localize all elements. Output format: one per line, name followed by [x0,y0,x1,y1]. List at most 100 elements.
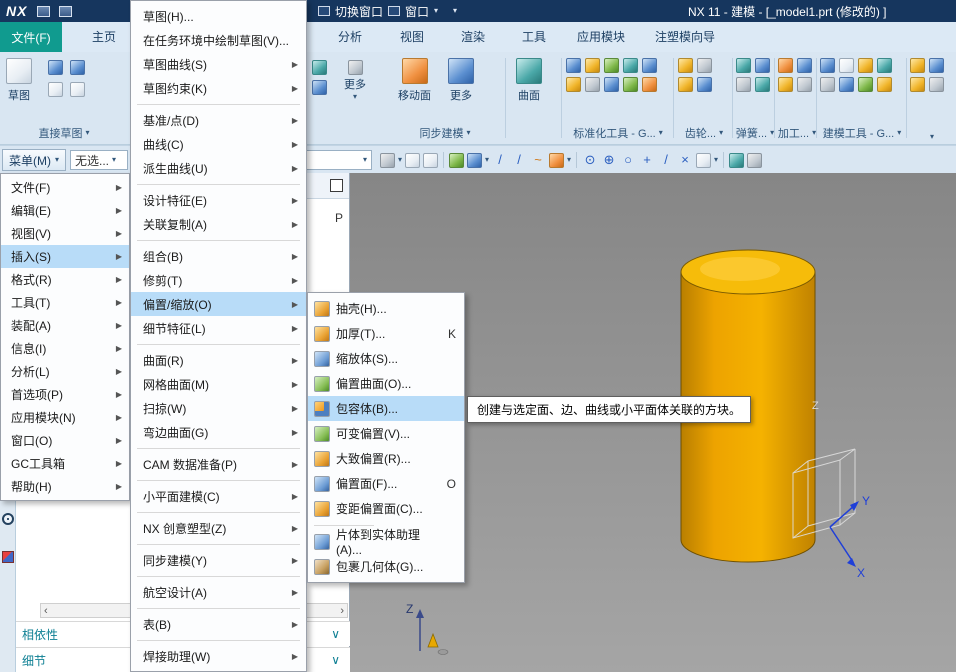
surface-button[interactable]: 曲面 [516,58,542,103]
menu-item[interactable] [131,444,306,452]
view-options-icon[interactable] [747,152,763,168]
menu-item[interactable]: 变距偏置面(C)... [308,496,464,521]
menu-item[interactable]: 偏置面(F)... O [308,471,464,496]
ribbon-tab[interactable]: 主页 [92,22,116,52]
circle-icon[interactable] [70,82,85,97]
materials-icon[interactable] [2,551,14,563]
scroll-right-icon[interactable]: › [340,605,344,617]
menu-item[interactable]: 大致偏置(R)... [308,446,464,471]
menu-item[interactable]: 帮助(H) ▶ [1,475,129,498]
menu-item[interactable]: 修剪(T) ▶ [131,268,306,292]
tool-icon[interactable] [820,58,835,73]
snap-endpoint-icon[interactable]: × [677,152,693,168]
menu-item[interactable]: 缩放体(S)... [308,346,464,371]
snap-midpoint-icon[interactable]: / [658,152,674,168]
gear-icon[interactable] [678,58,693,73]
tool-icon[interactable] [566,77,581,92]
menu-item[interactable] [131,476,306,484]
machining-icon[interactable] [797,77,812,92]
menu-item[interactable]: 小平面建模(C) ▶ [131,484,306,508]
history-icon[interactable] [2,513,14,525]
tool-icon[interactable] [566,58,581,73]
ribbon-tab[interactable]: 注塑模向导 [655,22,715,52]
tool-icon[interactable] [585,77,600,92]
work-view-icon[interactable] [467,152,483,168]
single-curve-icon[interactable]: / [511,152,527,168]
tool-icon[interactable] [910,58,925,73]
machining-icon[interactable] [778,77,793,92]
menu-item[interactable]: 派生曲线(U) ▶ [131,156,306,180]
chevron-down-icon[interactable]: ▾ [434,7,438,15]
tab-file[interactable]: 文件(F) [0,22,62,52]
menu-item[interactable]: 偏置曲面(O)... [308,371,464,396]
menu-item[interactable] [131,636,306,644]
menu-item[interactable]: 可变偏置(V)... [308,421,464,446]
menu-item[interactable]: 格式(R) ▶ [1,268,129,291]
tool-icon[interactable] [858,58,873,73]
switch-window-button[interactable]: 切换窗口 [335,3,383,20]
menu-item[interactable]: GC工具箱 ▶ [1,452,129,475]
lasso-select-icon[interactable] [423,152,439,168]
spring-icon[interactable] [736,77,751,92]
group-label-direct-sketch[interactable]: 直接草图 ▾ [4,125,124,141]
menu-item[interactable] [131,572,306,580]
tool-icon[interactable] [820,77,835,92]
group-label-standard-tools[interactable]: 标准化工具 - G... ▾ [566,125,670,141]
chevron-down-icon[interactable]: ▾ [567,156,571,164]
selection-filter-dropdown[interactable]: 无选... ▾ [70,150,128,170]
menu-item[interactable]: CAM 数据准备(P) ▶ [131,452,306,476]
menu-item[interactable]: 航空设计(A) ▶ [131,580,306,604]
tool-icon[interactable] [929,77,944,92]
profile-icon[interactable] [48,60,63,75]
group-label-synchronous-modeling[interactable]: 同步建模 ▾ [390,125,500,141]
ribbon-tab[interactable]: 工具 [522,22,546,52]
menu-item[interactable] [131,100,306,108]
group-label-machining[interactable]: 加工... ▾ [778,125,816,141]
shaded-view-icon[interactable] [449,152,465,168]
menu-item[interactable] [131,340,306,348]
menu-item[interactable] [131,604,306,612]
quick-access-customize-icon[interactable]: ▾ [453,7,457,15]
gear-icon[interactable] [697,77,712,92]
snap-point-icon[interactable]: + [639,152,655,168]
spline-icon[interactable] [48,82,63,97]
tool-icon[interactable] [877,77,892,92]
menu-item[interactable]: 组合(B) ▶ [131,244,306,268]
tool-icon[interactable] [839,58,854,73]
window-menu-button[interactable]: 窗口 [405,3,429,20]
menu-item[interactable]: 表(B) ▶ [131,612,306,636]
menu-item[interactable]: 草图(H)... [131,4,306,28]
machining-icon[interactable] [778,58,793,73]
ribbon-tab[interactable]: 分析 [338,22,362,52]
tool-icon[interactable] [604,77,619,92]
menu-item[interactable]: 包裹几何体(G)... [308,554,464,579]
navigator-column-icon[interactable] [330,179,343,192]
chevron-down-icon[interactable]: ∨ [331,627,340,641]
menu-item[interactable] [131,236,306,244]
machining-icon[interactable] [797,58,812,73]
snap-intersection-icon[interactable]: ⊕ [601,152,617,168]
menu-item[interactable]: 首选项(P) ▶ [1,383,129,406]
menu-item[interactable]: 网格曲面(M) ▶ [131,372,306,396]
sketch-button[interactable]: 草图 [6,58,32,103]
menu-item[interactable] [131,540,306,548]
menu-item[interactable]: 文件(F) ▶ [1,176,129,199]
menu-item[interactable]: 关联复制(A) ▶ [131,212,306,236]
menu-item[interactable]: 草图约束(K) ▶ [131,76,306,100]
tool-icon[interactable] [839,77,854,92]
menu-item[interactable]: 偏置/缩放(O) ▶ [131,292,306,316]
ribbon-tab[interactable]: 应用模块 [577,22,625,52]
chevron-down-icon[interactable]: ▾ [485,156,489,164]
rectangle-icon[interactable] [70,60,85,75]
menu-item[interactable]: 弯边曲面(G) ▶ [131,420,306,444]
save-icon[interactable] [59,5,73,17]
select-all-filter-icon[interactable] [380,152,395,168]
menu-item[interactable]: 草图曲线(S) ▶ [131,52,306,76]
chevron-down-icon[interactable]: ▾ [714,156,718,164]
snap-settings-icon[interactable] [696,152,712,168]
menu-item[interactable]: 在任务环境中绘制草图(V)... [131,28,306,52]
menu-item[interactable]: 视图(V) ▶ [1,222,129,245]
gear-icon[interactable] [678,77,693,92]
spring-icon[interactable] [755,77,770,92]
group-label-modeling-tools[interactable]: 建模工具 - G... ▾ [820,125,904,141]
